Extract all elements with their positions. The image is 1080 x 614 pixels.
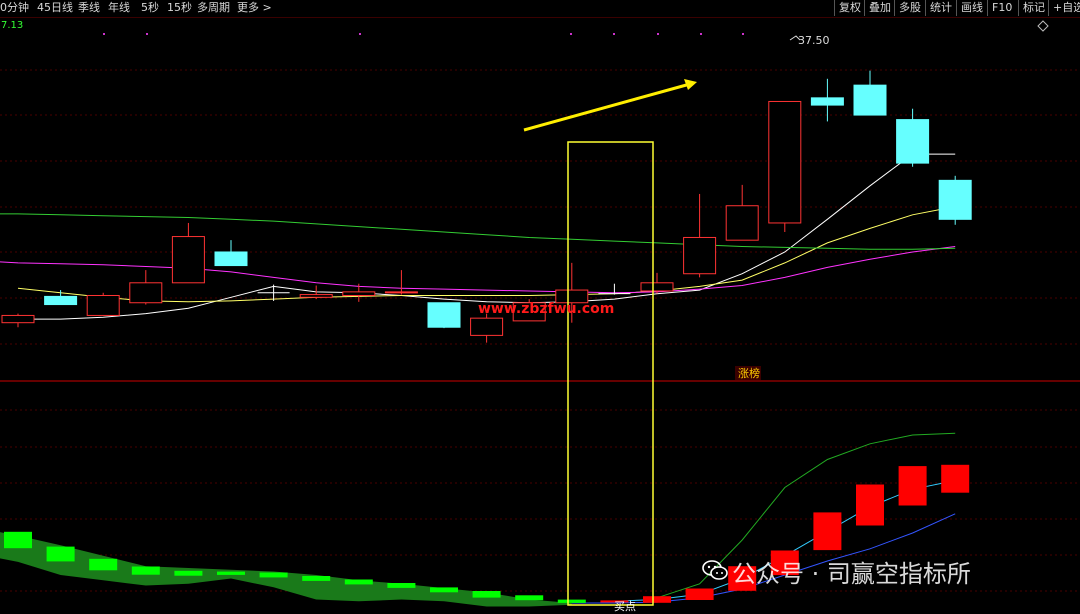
zhangting-label: 涨榜 — [738, 366, 760, 380]
signal-dot-7 — [742, 33, 744, 35]
indicator-bar-3 — [131, 566, 160, 575]
candle-22 — [938, 175, 972, 225]
multi-stock-button[interactable]: 多股 — [894, 0, 925, 16]
candle-21 — [896, 108, 930, 167]
more-menu[interactable]: 更多 > — [237, 1, 272, 15]
candle-18 — [768, 100, 802, 233]
candle-body-11 — [470, 317, 504, 336]
price-top-label: 7.13 — [1, 20, 23, 31]
signal-dot-3 — [570, 33, 572, 35]
indicator-bar-16 — [685, 588, 714, 600]
indicator-bar-6 — [259, 572, 288, 578]
indicator-bar-5 — [217, 571, 245, 575]
candle-body-4 — [171, 236, 205, 284]
signal-dots — [103, 33, 744, 35]
period-tab-4[interactable]: 5秒 — [141, 1, 159, 15]
mark-button[interactable]: 标记 — [1018, 0, 1049, 16]
overlay-button[interactable]: 叠加 — [864, 0, 895, 16]
candle-1 — [44, 290, 78, 306]
signal-dot-0 — [103, 33, 105, 35]
diamond-outline-icon[interactable] — [1037, 20, 1049, 32]
high-annotation-label: 37.50 — [798, 34, 830, 47]
candle-body-17 — [725, 205, 759, 241]
candle-3 — [129, 270, 163, 305]
signal-dot-4 — [613, 33, 615, 35]
candle-body-16 — [683, 236, 717, 275]
candle-5 — [214, 240, 248, 267]
indicator-bar-12 — [515, 595, 544, 601]
candle-body-1 — [44, 295, 78, 306]
signal-dot-1 — [146, 33, 148, 35]
indicator-bar-10 — [430, 587, 458, 593]
candle-body-21 — [896, 119, 930, 164]
candle-body-0 — [1, 314, 35, 324]
period-tab-1[interactable]: 45日线 — [37, 1, 73, 15]
candle-2 — [86, 292, 120, 316]
indicator-bar-11 — [472, 591, 501, 598]
wechat-icon — [702, 560, 728, 580]
candle-body-7 — [299, 294, 333, 298]
f10-button[interactable]: F10 — [987, 0, 1016, 16]
candle-11 — [470, 313, 504, 343]
candle-body-15 — [640, 282, 674, 292]
candle-9 — [384, 270, 418, 295]
candle-0 — [1, 313, 35, 328]
candle-body-19 — [810, 97, 844, 106]
site-watermark: www.zbzfwu.com — [478, 301, 614, 317]
period-tab-6[interactable]: 多周期 — [197, 1, 230, 15]
signal-dot-5 — [657, 33, 659, 35]
buy-point-label: 买点 — [614, 600, 636, 613]
candle-15 — [640, 272, 674, 294]
draw-line-button[interactable]: 画线 — [956, 0, 987, 16]
stats-button[interactable]: 统计 — [925, 0, 956, 16]
period-tab-2[interactable]: 季线 — [78, 1, 100, 15]
add-watchlist-button[interactable]: +自选 — [1048, 0, 1080, 16]
indicator-bar-13 — [557, 599, 586, 603]
period-tab-0[interactable]: 0分钟 — [0, 1, 29, 15]
indicator-bar-19 — [813, 512, 842, 551]
candle-20 — [853, 70, 887, 116]
candle-17 — [725, 184, 759, 241]
brand-watermark: 公众号 · 司赢空指标所 — [700, 554, 971, 589]
candle-4 — [171, 222, 205, 284]
indicator-bar-0 — [4, 531, 32, 549]
indicator-bar-21 — [898, 466, 927, 506]
trend-arrow — [523, 79, 697, 132]
toolbar: 0分钟 45日线 季线 年线 5秒 15秒 多周期 更多 > 复权 叠加 多股 … — [0, 0, 1080, 18]
candle-16 — [683, 193, 717, 278]
candle-body-9 — [384, 291, 418, 294]
indicator-bar-7 — [302, 576, 331, 581]
signal-dot-6 — [700, 33, 702, 35]
indicator-bar-9 — [387, 583, 416, 588]
indicator-bar-15 — [643, 596, 671, 603]
chart-canvas[interactable]: 7.13 37.50 www.zbzfwu.com 涨榜 买点 — [0, 18, 1080, 614]
indicator-bar-2 — [89, 558, 118, 571]
candle-10 — [427, 302, 461, 329]
candle-body-5 — [214, 251, 248, 267]
candle-body-18 — [768, 100, 802, 224]
indicator-bar-20 — [856, 484, 884, 526]
candle-body-8 — [342, 291, 376, 296]
candle-body-20 — [853, 84, 887, 116]
period-tab-5[interactable]: 15秒 — [167, 1, 192, 15]
fuquan-button[interactable]: 复权 — [834, 0, 865, 16]
indicator-bar-22 — [941, 464, 970, 493]
candle-body-10 — [427, 302, 461, 328]
candle-body-3 — [129, 282, 163, 304]
brand-watermark-text: 公众号 · 司赢空指标所 — [732, 560, 971, 588]
indicator-bar-4 — [174, 570, 203, 576]
candle-body-2 — [86, 294, 120, 316]
signal-dot-2 — [359, 33, 361, 35]
buy-point-highlight-box — [567, 141, 654, 606]
indicator-bar-8 — [344, 579, 373, 585]
period-tab-3[interactable]: 年线 — [108, 1, 130, 15]
high-annotation: 37.50 — [789, 34, 830, 47]
candle-body-22 — [938, 179, 972, 220]
indicator-bar-1 — [46, 546, 75, 562]
